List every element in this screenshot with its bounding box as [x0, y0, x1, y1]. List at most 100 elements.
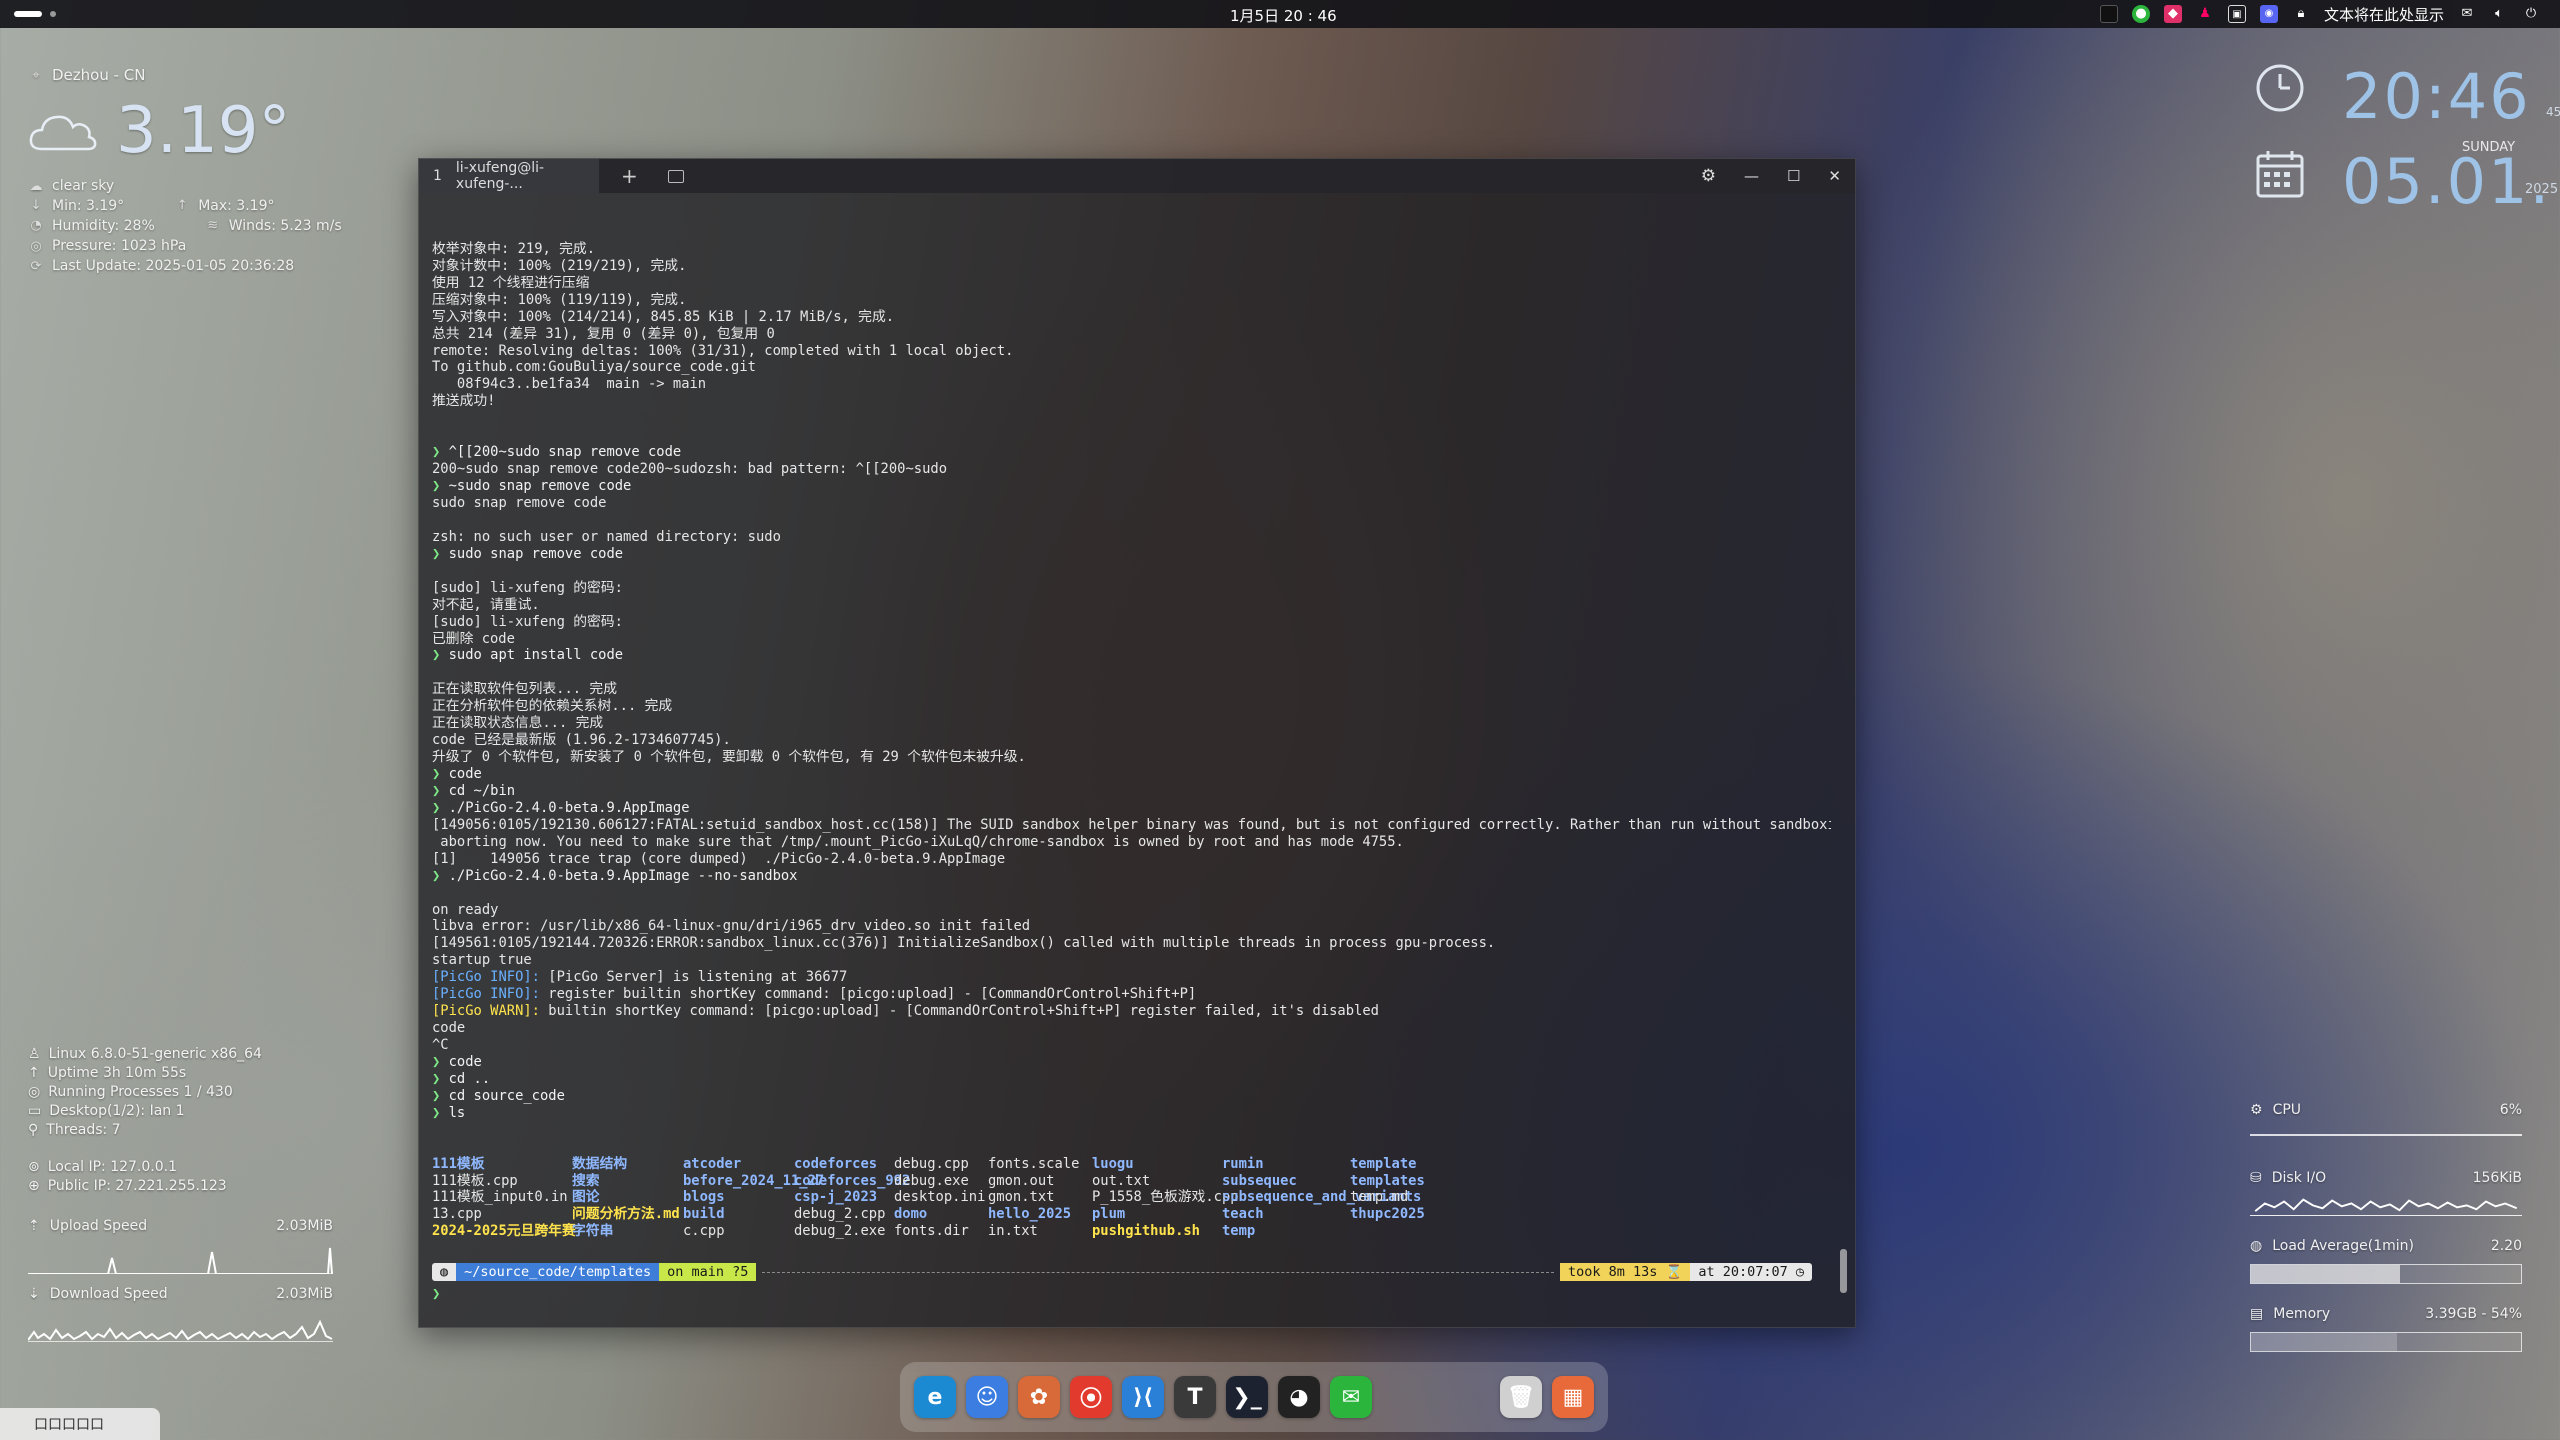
ls-entry: debug.exe	[894, 1172, 969, 1189]
wechat-icon[interactable]: ✉	[1330, 1376, 1372, 1418]
trash-icon[interactable]: 🗑	[1500, 1376, 1542, 1418]
square-icon[interactable]	[2099, 5, 2118, 23]
weather-pressure: Pressure: 1023 hPa	[52, 238, 187, 254]
ls-entry: 图论	[572, 1189, 600, 1206]
terminal-line: 正在读取软件包列表... 完成	[432, 681, 617, 698]
ls-entry: codeforces	[794, 1155, 878, 1172]
maximize-button[interactable]: ☐	[1787, 167, 1800, 185]
minimize-button[interactable]: —	[1744, 167, 1759, 185]
command-text: ./PicGo-2.4.0-beta.9.AppImage --no-sandb…	[440, 867, 798, 884]
upload-label: Upload Speed	[49, 1218, 148, 1234]
ls-column: template templates temp.md thupc2025	[1350, 1156, 1425, 1241]
log-level: [PicGo INFO]:	[432, 986, 540, 1003]
terminal-line: 写入对象中: 100% (214/214), 845.85 KiB | 2.17…	[432, 308, 895, 325]
message-icon[interactable]: ✉	[2458, 5, 2476, 23]
system-info-widget: ♙ Linux 6.8.0-51-generic x86_64 ↑ Uptime 3…	[28, 1044, 338, 1195]
terminal-window[interactable]: 1 li-xufeng@li-xufeng-... + ⚙ — ☐ ✕ 枚举对象…	[418, 158, 1856, 1328]
launchpad-icon[interactable]: ▦	[1552, 1376, 1594, 1418]
cpu-label: CPU	[2272, 1102, 2302, 1118]
terminal-scrollbar[interactable]	[1840, 1249, 1847, 1293]
ls-entry: 搜索	[572, 1172, 600, 1189]
edge-icon[interactable]: e	[914, 1376, 956, 1418]
typora-icon[interactable]: T	[1174, 1376, 1216, 1418]
volume-icon[interactable]: 🔈︎	[2490, 5, 2508, 23]
processes-info: Running Processes 1 / 430	[48, 1083, 233, 1100]
weather-humidity: Humidity: 28%	[52, 218, 155, 234]
command-text: ^[[200~sudo snap remove code	[440, 444, 682, 461]
command-text: cd ~/bin	[440, 782, 516, 799]
terminal-line: on ready	[432, 901, 499, 918]
prompt-caret[interactable]: ❯	[432, 1286, 440, 1302]
terminal-line: [1] 149056 trace trap (core dumped) ./Pi…	[432, 850, 1006, 867]
terminal-line: remote: Resolving deltas: 100% (31/31), …	[432, 342, 1014, 359]
app-icon[interactable]: ◆	[2163, 5, 2182, 23]
ls-entry: 2024-2025元旦跨年赛	[432, 1223, 576, 1240]
terminal-line: [sudo] li-xufeng 的密码:	[432, 613, 623, 630]
dock: e ☺ ✿ ⦿ ⟩⟨ T ❯_ ◕ ✉ 🗑 ▦	[900, 1362, 1608, 1432]
terminal-output[interactable]: 枚举对象中: 219, 完成. 对象计数中: 100% (219/219), 完成…	[432, 207, 1831, 1257]
desktop-info: Desktop(1/2): Ian 1	[49, 1102, 185, 1119]
clock-time: 20:46	[2342, 60, 2531, 133]
cpu-meter: ⚙ CPU 6%	[2250, 1102, 2522, 1136]
screenshot-icon[interactable]: ▣	[2227, 5, 2246, 23]
terminal-line: 对象计数中: 100% (219/219), 完成.	[432, 257, 687, 274]
weibo-icon[interactable]: ⦿	[1070, 1376, 1112, 1418]
pressure-icon: ◎	[30, 238, 42, 254]
disk-value: 156KiB	[2472, 1170, 2522, 1186]
uptime-info: Uptime 3h 10m 55s	[47, 1064, 187, 1081]
lock-icon[interactable]: 🔒︎	[2292, 5, 2310, 23]
download-label: Download Speed	[49, 1286, 168, 1302]
load-label: Load Average(1min)	[2272, 1238, 2414, 1254]
photos-icon[interactable]: ✿	[1018, 1376, 1060, 1418]
clock-date: 05.01.	[2342, 145, 2552, 218]
notification-chip[interactable]: 口口口口口	[0, 1408, 160, 1440]
figure-icon[interactable]: ♟	[2196, 5, 2214, 23]
terminal-line: ❯ ./PicGo-2.4.0-beta.9.AppImage	[432, 800, 1831, 817]
ls-entry: 数据结构	[572, 1155, 628, 1172]
download-graph-line	[27, 1319, 333, 1341]
ls-entry: 字符串	[572, 1223, 614, 1240]
ls-entry: 13.cpp	[432, 1206, 482, 1223]
uptime-icon: ↑	[28, 1064, 40, 1081]
wechat-icon[interactable]: ●	[2131, 5, 2150, 23]
qq-icon[interactable]: ◕	[1278, 1376, 1320, 1418]
log-message: builtin shortKey command: [picgo:upload]…	[539, 1003, 1379, 1020]
network-icon: ⊚	[28, 1158, 40, 1175]
command-text: ./PicGo-2.4.0-beta.9.AppImage	[440, 799, 690, 816]
terminal-line: ❯ code	[432, 1054, 1831, 1071]
notification-text: 口口口口口	[34, 1417, 104, 1433]
workspace-indicator[interactable]	[50, 11, 56, 17]
tab-title: li-xufeng@li-xufeng-...	[455, 160, 545, 192]
log-message: [PicGo Server] is listening at 36677	[539, 969, 848, 986]
tab-overview-icon[interactable]	[667, 169, 684, 183]
workspace-indicator-active[interactable]	[14, 11, 42, 17]
terminal-line: ❯ ./PicGo-2.4.0-beta.9.AppImage --no-san…	[432, 868, 1831, 885]
weather-last-update: Last Update: 2025-01-05 20:36:28	[52, 258, 295, 274]
discord-icon[interactable]: ◉	[2259, 5, 2278, 23]
settings-icon[interactable]: ⚙	[1701, 166, 1716, 186]
ls-entry: debug_2.cpp	[794, 1206, 886, 1223]
finder-icon[interactable]: ☺	[966, 1376, 1008, 1418]
terminal-tab[interactable]: 1 li-xufeng@li-xufeng-...	[419, 159, 599, 193]
power-icon[interactable]: ⏻	[2522, 5, 2540, 23]
ls-column: 111模板 111模板.cpp 111模板_input0.in 13.cpp 2024-…	[432, 1156, 576, 1241]
terminal-line: ❯ sudo apt install code	[432, 647, 1831, 664]
terminal-icon[interactable]: ❯_	[1226, 1376, 1268, 1418]
ls-entry: debug_2.exe	[794, 1223, 886, 1240]
terminal-line: ❯ code	[432, 766, 1831, 783]
ls-column: fonts.scale gmon.out gmon.txt hello_2025 in.…	[988, 1156, 1079, 1241]
memory-icon: ▤	[2250, 1306, 2264, 1322]
terminal-line: 08f94c3..be1fa34 main -> main	[432, 376, 707, 393]
terminal-line: [PicGo WARN]: builtin shortKey command: …	[432, 1003, 1831, 1020]
vscode-icon[interactable]: ⟩⟨	[1122, 1376, 1164, 1418]
tray-text[interactable]: 文本将在此处显示	[2324, 4, 2444, 25]
close-button[interactable]: ✕	[1828, 167, 1841, 185]
ls-entry: fonts.dir	[894, 1223, 969, 1240]
top-clock[interactable]: 1月5日 20 : 46	[1230, 5, 1337, 26]
terminal-line: [149561:0105/192144.720326:ERROR:sandbox…	[432, 935, 1496, 952]
terminal-line: ❯ ^[[200~sudo snap remove code	[432, 444, 1831, 461]
new-tab-button[interactable]: +	[621, 164, 638, 188]
download-graph	[27, 1312, 333, 1342]
terminal-line: aborting now. You need to make sure that…	[432, 833, 1404, 850]
